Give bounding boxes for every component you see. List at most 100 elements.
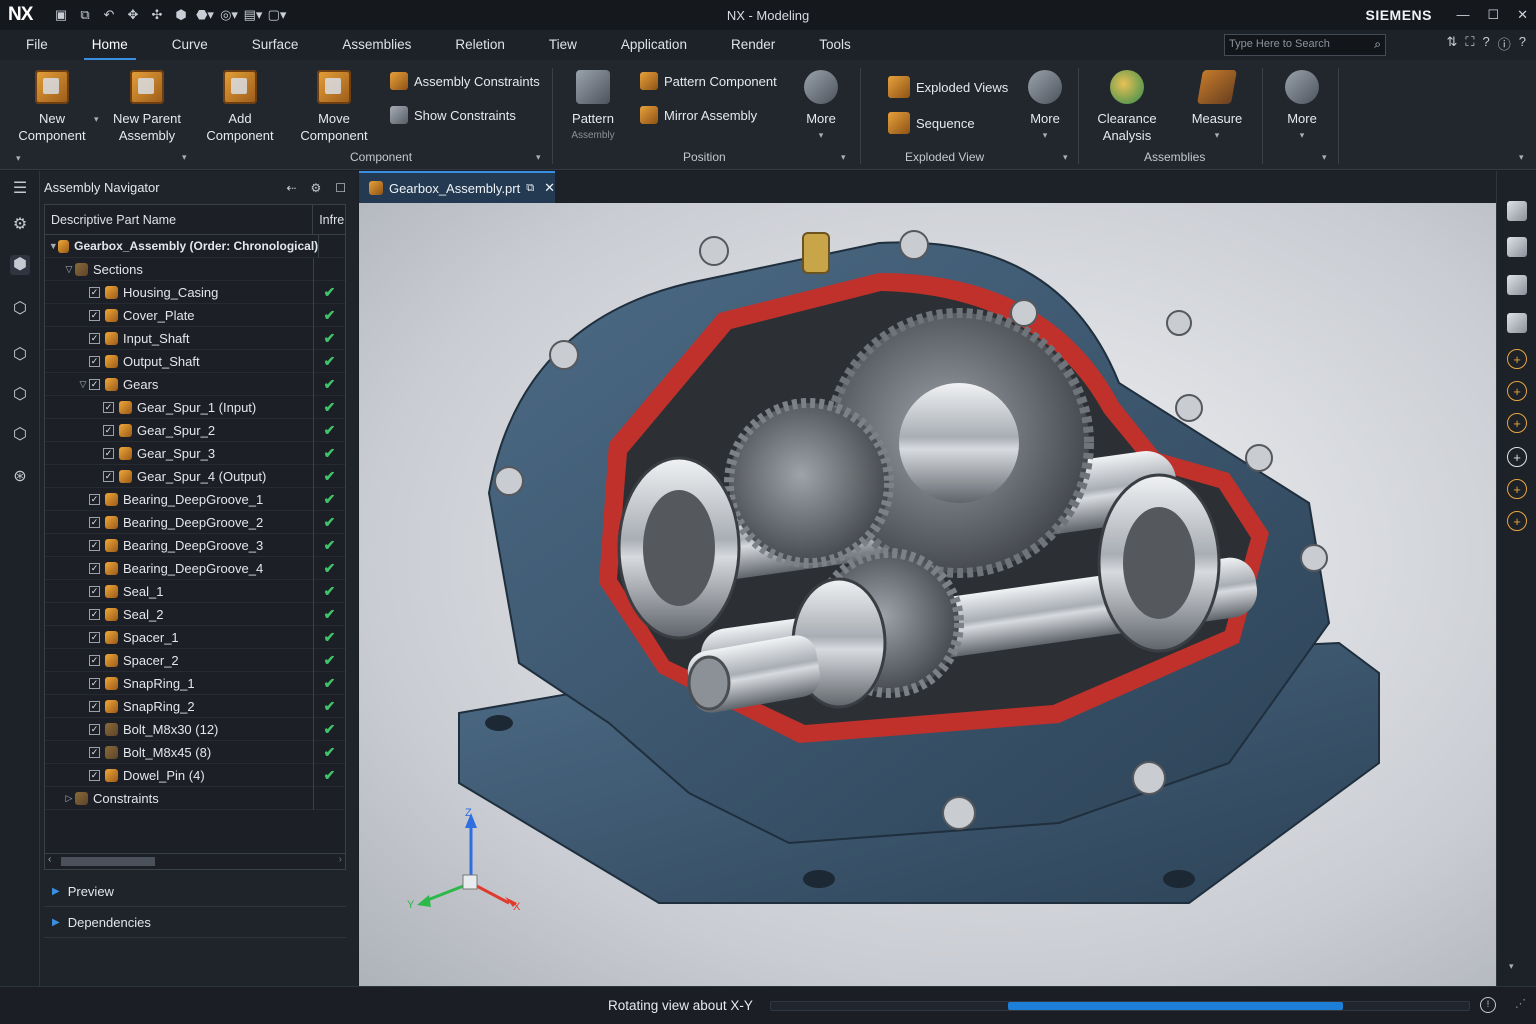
assembly-constraints-button[interactable]: Assembly Constraints (390, 72, 540, 90)
tree-row[interactable]: ✓ Output_Shaft ✔ (45, 349, 345, 373)
tree-row[interactable]: ▽ ✓ Gears ✔ (45, 372, 345, 396)
chevron-down-icon[interactable]: ▾ (841, 152, 846, 163)
visibility-checkbox[interactable]: ✓ (103, 447, 114, 459)
tree-row[interactable]: ✓ Cover_Plate ✔ (45, 303, 345, 327)
new-component-button[interactable]: New Component (10, 70, 94, 144)
save-as-icon[interactable]: ⧉ (76, 6, 94, 24)
sequence-button[interactable]: Sequence (888, 112, 975, 134)
tab-render[interactable]: Render (709, 30, 797, 60)
visibility-checkbox[interactable]: ✓ (89, 516, 100, 528)
visibility-checkbox[interactable]: ✓ (89, 585, 100, 597)
expand-toggle-icon[interactable]: ▽ (63, 264, 75, 275)
tree-row[interactable]: ▽ Sections (45, 257, 345, 281)
more-exploded-button[interactable]: More ▾ (1020, 70, 1070, 144)
tree-row[interactable]: ✓ Bearing_DeepGroove_3 ✔ (45, 533, 345, 557)
expand-toggle-icon[interactable]: ▼ (48, 241, 58, 251)
column-info[interactable]: Infre (313, 205, 345, 235)
visibility-checkbox[interactable]: ✓ (89, 378, 100, 390)
scroll-left-icon[interactable]: ‹ (48, 854, 51, 865)
tab-tools[interactable]: Tools (797, 30, 873, 60)
tab-curve[interactable]: Curve (150, 30, 230, 60)
part-navigator-icon[interactable]: ⚙ (10, 215, 30, 235)
expand-toggle-icon[interactable]: ▽ (77, 379, 89, 390)
tree-row[interactable]: ✓ SnapRing_2 ✔ (45, 694, 345, 718)
chevron-down-icon[interactable]: ▾ (1509, 961, 1514, 972)
chevron-down-icon[interactable]: ▾ (1063, 152, 1068, 163)
chevron-down-icon[interactable]: ▾ (16, 153, 21, 164)
visibility-checkbox[interactable]: ✓ (89, 309, 100, 321)
part-icon[interactable]: ⬢ (172, 6, 190, 24)
constraint-navigator-icon[interactable]: ⬡ (10, 299, 30, 319)
help-icon[interactable]: ⓘ (1498, 34, 1511, 53)
orient-view-icon[interactable]: + (1507, 413, 1527, 433)
orient-view-icon[interactable]: + (1507, 479, 1527, 499)
visibility-checkbox[interactable]: ✓ (89, 355, 100, 367)
tab-file[interactable]: File (0, 30, 70, 60)
minimize-icon[interactable]: — (1456, 7, 1469, 23)
tab-home[interactable]: Home (70, 30, 150, 60)
visibility-checkbox[interactable]: ✓ (89, 332, 100, 344)
help-context-icon[interactable]: ? (1483, 34, 1490, 53)
history-icon[interactable]: ⬡ (10, 385, 30, 405)
scroll-right-icon[interactable]: › (339, 854, 342, 865)
visibility-checkbox[interactable]: ✓ (89, 677, 100, 689)
undo-icon[interactable]: ↶ (100, 6, 118, 24)
more-assemblies-button[interactable]: More ▾ (1276, 70, 1328, 144)
info-icon[interactable]: ? (1519, 34, 1526, 53)
resize-grip-icon[interactable]: ⋰ (1515, 997, 1526, 1010)
tree-row[interactable]: ✓ Seal_2 ✔ (45, 602, 345, 626)
visibility-checkbox[interactable]: ✓ (89, 631, 100, 643)
snap-icon[interactable]: ✣ (148, 6, 166, 24)
visibility-checkbox[interactable]: ✓ (89, 654, 100, 666)
maximize-icon[interactable]: ☐ (1487, 7, 1499, 23)
expand-toggle-icon[interactable]: ▷ (63, 793, 75, 804)
more-position-button[interactable]: More ▾ (796, 70, 846, 144)
tab-reletion[interactable]: Reletion (433, 30, 527, 60)
render-icon[interactable]: ◎▾ (220, 6, 238, 24)
tree-row[interactable]: ✓ Gear_Spur_3 ✔ (45, 441, 345, 465)
visibility-checkbox[interactable]: ✓ (89, 608, 100, 620)
component-icon[interactable]: ⬣▾ (196, 6, 214, 24)
chevron-down-icon[interactable]: ▾ (1322, 152, 1327, 163)
dependencies-section[interactable]: ▶ Dependencies (44, 908, 346, 938)
pattern-assembly-button[interactable]: Pattern Assembly (560, 70, 626, 144)
tab-assemblies[interactable]: Assemblies (320, 30, 433, 60)
pattern-component-button[interactable]: Pattern Component (640, 72, 777, 90)
chevron-down-icon[interactable]: ▾ (536, 152, 541, 163)
show-constraints-button[interactable]: Show Constraints (390, 106, 516, 124)
close-tab-icon[interactable]: ✕ (544, 180, 555, 196)
orient-view-icon[interactable]: + (1507, 381, 1527, 401)
scroll-thumb[interactable] (61, 857, 155, 866)
visibility-checkbox[interactable]: ✓ (89, 769, 100, 781)
assembly-tree[interactable]: Descriptive Part Name Infre ▼ Gearbox_Ass… (44, 204, 346, 854)
tab-application[interactable]: Application (599, 30, 709, 60)
visibility-checkbox[interactable]: ✓ (89, 539, 100, 551)
search-icon[interactable]: ⌕ (1374, 37, 1381, 52)
chevron-down-icon[interactable]: ▾ (182, 152, 187, 163)
move-icon[interactable]: ✥ (124, 6, 142, 24)
visibility-checkbox[interactable]: ✓ (89, 723, 100, 735)
shape-icon[interactable]: ▤▾ (244, 6, 263, 24)
tree-row[interactable]: ✓ SnapRing_1 ✔ (45, 671, 345, 695)
command-finder-icon[interactable]: ⇅ (1447, 34, 1458, 53)
move-component-button[interactable]: Move Component (292, 70, 376, 144)
measure-button[interactable]: Measure ▾ (1184, 70, 1250, 144)
horizontal-scrollbar[interactable]: ‹ › (44, 854, 346, 870)
tree-row[interactable]: ✓ Dowel_Pin (4) ✔ (45, 763, 345, 787)
tree-row[interactable]: ✓ Spacer_2 ✔ (45, 648, 345, 672)
fit-icon[interactable]: ⛶ (1465, 34, 1474, 53)
clearance-analysis-button[interactable]: Clearance Analysis (1090, 70, 1164, 144)
tab-surface[interactable]: Surface (230, 30, 321, 60)
reuse-library-icon[interactable]: ⬡ (10, 345, 30, 365)
visibility-checkbox[interactable]: ✓ (89, 286, 100, 298)
view-cube-icon[interactable] (1507, 313, 1527, 333)
tree-row[interactable]: ✓ Gear_Spur_1 (Input) ✔ (45, 395, 345, 419)
tree-row[interactable]: ▷ Constraints (45, 786, 345, 810)
document-tab[interactable]: Gearbox_Assembly.prt ⧉ ✕ (359, 171, 555, 203)
tree-row[interactable]: ✓ Bearing_DeepGroove_2 ✔ (45, 510, 345, 534)
tree-row[interactable]: ✓ Seal_1 ✔ (45, 579, 345, 603)
visibility-checkbox[interactable]: ✓ (103, 470, 114, 482)
maximize-panel-icon[interactable]: ☐ (335, 181, 346, 195)
ribbon-options-icon[interactable]: ▾ (1519, 152, 1524, 163)
visibility-checkbox[interactable]: ✓ (103, 401, 114, 413)
